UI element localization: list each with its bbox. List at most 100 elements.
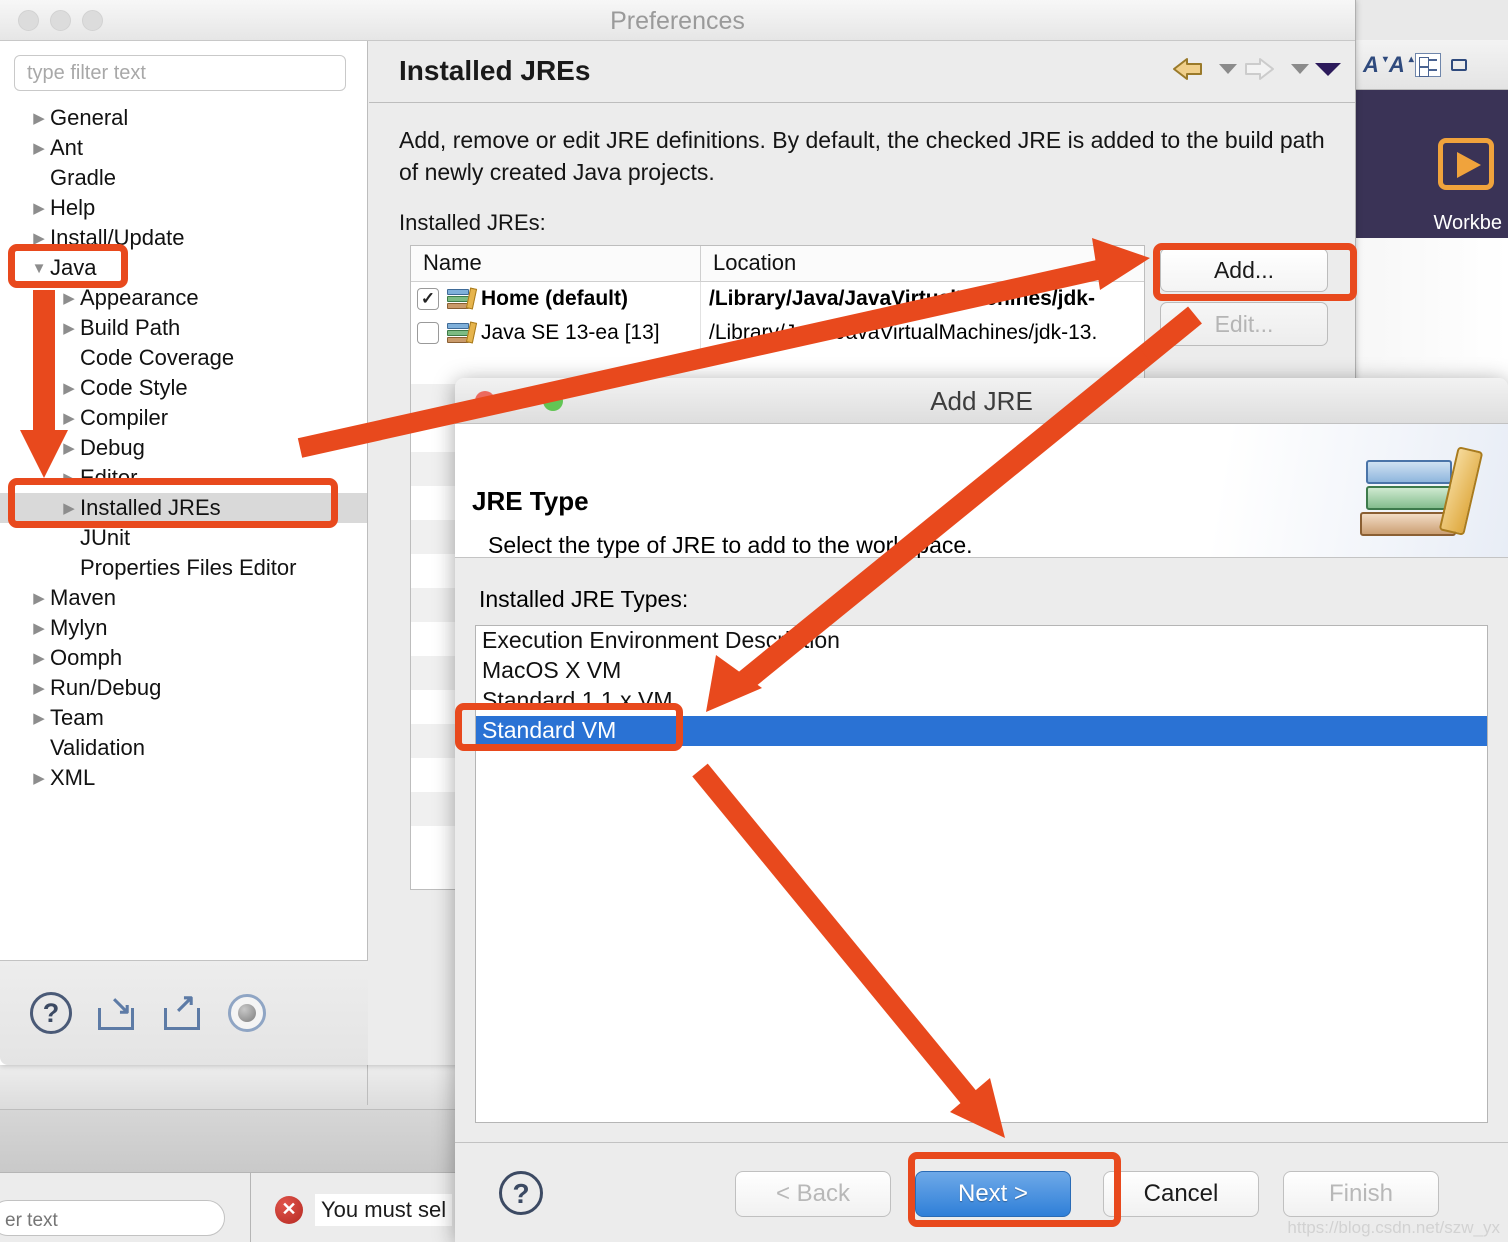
sidebar-item-oomph[interactable]: ▶ Oomph [0,643,367,673]
table-label: Installed JREs: [399,210,546,236]
table-row[interactable]: ✓ Home (default) /Library/Java/JavaVirtual… [411,282,1144,316]
sidebar-item-junit[interactable]: JUnit [0,523,367,553]
sidebar-item-properties-files-editor[interactable]: Properties Files Editor [0,553,367,583]
sidebar-item-label: JUnit [80,525,131,550]
row-checkbox[interactable]: ✓ [417,288,439,310]
nav-toolbar [1171,53,1341,85]
cancel-button[interactable]: Cancel [1103,1171,1259,1217]
sidebar-item-label: Build Path [80,315,181,340]
sidebar-item-run-debug[interactable]: ▶ Run/Debug [0,673,367,703]
sidebar-item-label: Ant [50,135,84,160]
sidebar-item-debug[interactable]: ▶ Debug [0,433,367,463]
list-item[interactable]: MacOS X VM [476,656,1487,686]
settings-tree[interactable]: ▶ General ▶ Ant Gradle ▶ Help ▶ Install/Update ▼ J… [0,103,367,793]
sidebar-item-build-path[interactable]: ▶ Build Path [0,313,367,343]
sidebar-item-validation[interactable]: Validation [0,733,367,763]
chevron-down-icon[interactable] [1315,62,1341,76]
sidebar-item-label: Maven [50,585,117,610]
chevron-right-icon[interactable]: ▶ [58,439,80,457]
chevron-right-icon[interactable]: ▶ [28,769,50,787]
next-button[interactable]: Next > [915,1171,1071,1217]
chevron-right-icon[interactable]: ▶ [28,619,50,637]
font-decrease-icon[interactable]: A ▾ [1363,52,1388,78]
list-item[interactable]: Execution Environment Description [476,626,1487,656]
main-title: Installed JREs [399,55,591,86]
help-icon[interactable]: ? [499,1171,543,1215]
edit-button: Edit... [1160,302,1328,346]
chevron-right-icon[interactable]: ▶ [28,139,50,157]
chevron-right-icon[interactable]: ▶ [28,109,50,127]
filter-wrap [0,41,367,91]
strip-divider [367,1065,368,1105]
chevron-right-icon[interactable]: ▶ [58,469,80,487]
chevron-right-icon[interactable]: ▶ [28,229,50,247]
books-stack-icon [1356,442,1484,542]
chevron-right-icon[interactable]: ▶ [58,319,80,337]
search-input[interactable] [14,55,346,91]
table-header: Name Location [411,246,1144,282]
chevron-right-icon[interactable]: ▶ [28,649,50,667]
table-body[interactable]: ✓ Home (default) /Library/Java/JavaVirtual… [411,282,1144,350]
sidebar-item-install-update[interactable]: ▶ Install/Update [0,223,367,253]
forward-menu-caret-icon[interactable] [1291,64,1309,74]
help-icon[interactable]: ? [30,992,72,1034]
column-header-name[interactable]: Name [411,246,701,281]
restore-defaults-icon[interactable] [228,994,266,1032]
sidebar-item-code-coverage[interactable]: Code Coverage [0,343,367,373]
sidebar-item-label: Install/Update [50,225,185,250]
chevron-right-icon[interactable]: ▶ [58,289,80,307]
sidebar-item-label: General [50,105,129,130]
add-button[interactable]: Add... [1160,248,1328,292]
table-row[interactable]: Java SE 13-ea [13] /Library/Java/JavaVirt… [411,316,1144,350]
dialog-banner-subtitle: Select the type of JRE to add to the wor… [488,532,973,558]
sidebar-item-ant[interactable]: ▶ Ant [0,133,367,163]
sidebar-item-compiler[interactable]: ▶ Compiler [0,403,367,433]
chevron-right-icon[interactable]: ▶ [28,589,50,607]
sidebar-item-xml[interactable]: ▶ XML [0,763,367,793]
font-increase-icon[interactable]: A ▴ [1389,52,1414,78]
list-item[interactable]: Standard 1.1.x VM [476,686,1487,716]
sidebar-item-label: Validation [50,735,145,760]
sidebar-item-maven[interactable]: ▶ Maven [0,583,367,613]
chevron-right-icon[interactable]: ▶ [28,679,50,697]
sidebar-item-installed-jres[interactable]: ▶ Installed JREs [0,493,367,523]
cell-location: /Library/Java/JavaVirtualMachines/jdk- [709,287,1095,310]
back-menu-caret-icon[interactable] [1219,64,1237,74]
column-header-location[interactable]: Location [701,246,1144,281]
jre-types-label: Installed JRE Types: [479,586,689,612]
workbench-toolbar: A ▾ A ▴ [1355,40,1508,90]
sidebar-item-label: Code Coverage [80,345,235,370]
chevron-right-icon[interactable]: ▶ [28,709,50,727]
sidebar-item-code-style[interactable]: ▶ Code Style [0,373,367,403]
sidebar-item-label: Run/Debug [50,675,162,700]
chevron-right-icon[interactable]: ▶ [58,409,80,427]
sidebar-item-appearance[interactable]: ▶ Appearance [0,283,367,313]
sidebar-item-java[interactable]: ▼ Java [0,253,367,283]
sidebar-item-gradle[interactable]: Gradle [0,163,367,193]
back-arrow-icon[interactable] [1171,53,1213,85]
sidebar-item-team[interactable]: ▶ Team [0,703,367,733]
list-item[interactable]: Standard VM [476,716,1487,746]
checklist-icon[interactable] [1414,52,1441,77]
chevron-down-icon[interactable]: ▼ [28,260,50,277]
jre-icon [447,321,478,344]
export-icon[interactable]: ↗ [162,988,204,1034]
sidebar-item-help[interactable]: ▶ Help [0,193,367,223]
chevron-right-icon[interactable]: ▶ [58,499,80,517]
sidebar-item-label: Code Style [80,375,188,400]
row-checkbox[interactable] [417,322,439,344]
sidebar-item-editor[interactable]: ▶ Editor [0,463,367,493]
sidebar-item-label: Mylyn [50,615,108,640]
import-icon[interactable]: ↘ [96,990,138,1034]
jre-types-list[interactable]: Execution Environment Description MacOS X… [475,625,1488,1123]
sidebar-item-mylyn[interactable]: ▶ Mylyn [0,613,367,643]
chevron-right-icon[interactable]: ▶ [28,199,50,217]
workbench-label: Workbe [1433,212,1502,234]
panel-icon[interactable] [1450,58,1467,71]
background-filter-input[interactable] [0,1200,225,1236]
sidebar-item-general[interactable]: ▶ General [0,103,367,133]
chevron-right-icon[interactable]: ▶ [58,379,80,397]
sidebar-item-label: Compiler [80,405,169,430]
jre-icon [447,287,478,310]
sidebar-item-label: XML [50,765,96,790]
